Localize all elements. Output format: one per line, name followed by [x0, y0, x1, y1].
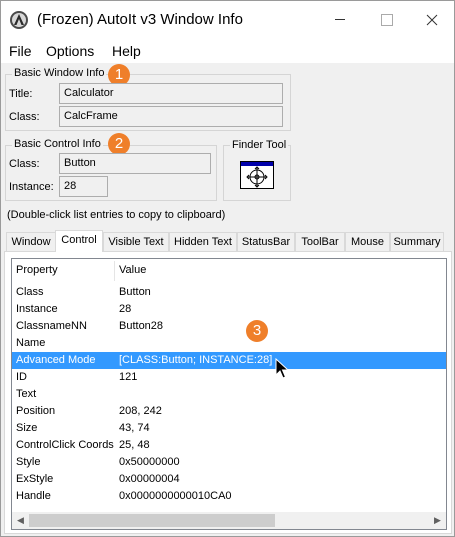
menu-options[interactable]: Options — [46, 43, 94, 59]
table-row[interactable]: ClassnameNN Button28 — [12, 318, 446, 335]
scroll-thumb[interactable] — [29, 514, 275, 527]
window-title: (Frozen) AutoIt v3 Window Info — [37, 11, 243, 28]
value-cell: 121 — [119, 371, 138, 383]
table-row[interactable]: Handle 0x0000000000010CA0 — [12, 488, 446, 505]
class-label: Class: — [9, 111, 40, 123]
title-field[interactable]: Calculator — [59, 83, 283, 104]
list-header: Property Value — [12, 259, 446, 283]
property-cell: Advanced Mode — [16, 354, 96, 366]
tab-control[interactable]: Control — [55, 230, 103, 252]
table-row[interactable]: ID 121 — [12, 369, 446, 386]
menu-bar: File Options Help — [1, 39, 454, 63]
tab-toolbar[interactable]: ToolBar — [295, 232, 345, 252]
property-list[interactable]: Property Value Class Button Instance 28 Cl… — [11, 258, 447, 530]
scroll-right-icon[interactable]: ▶ — [429, 512, 446, 529]
value-cell: 0x0000000000010CA0 — [119, 490, 232, 502]
header-property[interactable]: Property — [16, 264, 58, 276]
value-cell: 0x50000000 — [119, 456, 180, 468]
property-cell: ID — [16, 371, 27, 383]
property-cell: Size — [16, 422, 38, 434]
maximize-icon[interactable] — [363, 1, 409, 39]
property-cell: ControlClick Coords — [16, 439, 114, 451]
tab-mouse[interactable]: Mouse — [345, 232, 390, 252]
crosshair-finder-icon[interactable] — [240, 161, 274, 189]
control-class-field[interactable]: Button — [59, 153, 211, 174]
value-cell: 0x00000004 — [119, 473, 180, 485]
title-bar[interactable]: (Frozen) AutoIt v3 Window Info — [1, 1, 454, 39]
property-cell: ExStyle — [16, 473, 54, 485]
instance-field[interactable]: 28 — [59, 176, 108, 197]
tab-strip: Window Control Visible Text Hidden Text … — [4, 230, 452, 252]
value-cell: 208, 242 — [119, 405, 162, 417]
badge-3: 3 — [246, 320, 268, 342]
instance-label: Instance: — [9, 181, 54, 193]
scroll-left-icon[interactable]: ◀ — [12, 512, 29, 529]
value-cell: 43, 74 — [119, 422, 150, 434]
basic-control-info-title: Basic Control Info — [12, 138, 103, 150]
tab-statusbar[interactable]: StatusBar — [237, 232, 295, 252]
header-divider[interactable] — [114, 261, 115, 281]
tab-hidden-text[interactable]: Hidden Text — [169, 232, 237, 252]
tab-summary[interactable]: Summary — [390, 232, 444, 252]
tab-window[interactable]: Window — [6, 232, 56, 252]
table-row[interactable]: Class Button — [12, 284, 446, 301]
class-field[interactable]: CalcFrame — [59, 106, 283, 127]
property-cell: Handle — [16, 490, 51, 502]
property-cell: Text — [16, 388, 37, 400]
table-row[interactable]: Position 208, 242 — [12, 403, 446, 420]
horizontal-scrollbar[interactable]: ◀ ▶ — [12, 512, 446, 529]
table-row[interactable]: Style 0x50000000 — [12, 454, 446, 471]
autoit-icon — [10, 11, 28, 29]
property-cell: ClassnameNN — [16, 320, 87, 332]
table-row-selected[interactable]: Advanced Mode [CLASS:Button; INSTANCE:28] — [12, 352, 446, 369]
control-tab-panel: Property Value Class Button Instance 28 Cl… — [4, 251, 452, 534]
minimize-icon[interactable] — [317, 1, 363, 39]
mouse-cursor-icon — [275, 358, 290, 379]
menu-help[interactable]: Help — [112, 43, 141, 59]
value-cell: [CLASS:Button; INSTANCE:28] — [119, 354, 273, 366]
property-cell: Name — [16, 337, 46, 349]
badge-2: 2 — [108, 133, 130, 155]
table-row[interactable]: Text — [12, 386, 446, 403]
property-cell: Style — [16, 456, 41, 468]
value-cell: Button — [119, 286, 151, 298]
property-cell: Instance — [16, 303, 58, 315]
table-row[interactable]: ExStyle 0x00000004 — [12, 471, 446, 488]
value-cell: Button28 — [119, 320, 164, 332]
table-row[interactable]: ControlClick Coords 25, 48 — [12, 437, 446, 454]
control-class-label: Class: — [9, 158, 40, 170]
header-value[interactable]: Value — [119, 264, 146, 276]
value-cell: 28 — [119, 303, 132, 315]
hint-text: (Double-click list entries to copy to cl… — [7, 209, 226, 221]
close-icon[interactable] — [409, 1, 455, 39]
table-row[interactable]: Instance 28 — [12, 301, 446, 318]
tab-visible-text[interactable]: Visible Text — [103, 232, 169, 252]
property-cell: Position — [16, 405, 56, 417]
title-label: Title: — [9, 88, 33, 100]
basic-window-info-title: Basic Window Info — [12, 67, 107, 79]
property-cell: Class — [16, 286, 44, 298]
value-cell: 25, 48 — [119, 439, 150, 451]
table-row[interactable]: Size 43, 74 — [12, 420, 446, 437]
menu-file[interactable]: File — [9, 43, 32, 59]
finder-tool-title: Finder Tool — [230, 139, 289, 151]
autoit-window-info: (Frozen) AutoIt v3 Window Info File Opti… — [0, 0, 455, 537]
table-row[interactable]: Name — [12, 335, 446, 352]
